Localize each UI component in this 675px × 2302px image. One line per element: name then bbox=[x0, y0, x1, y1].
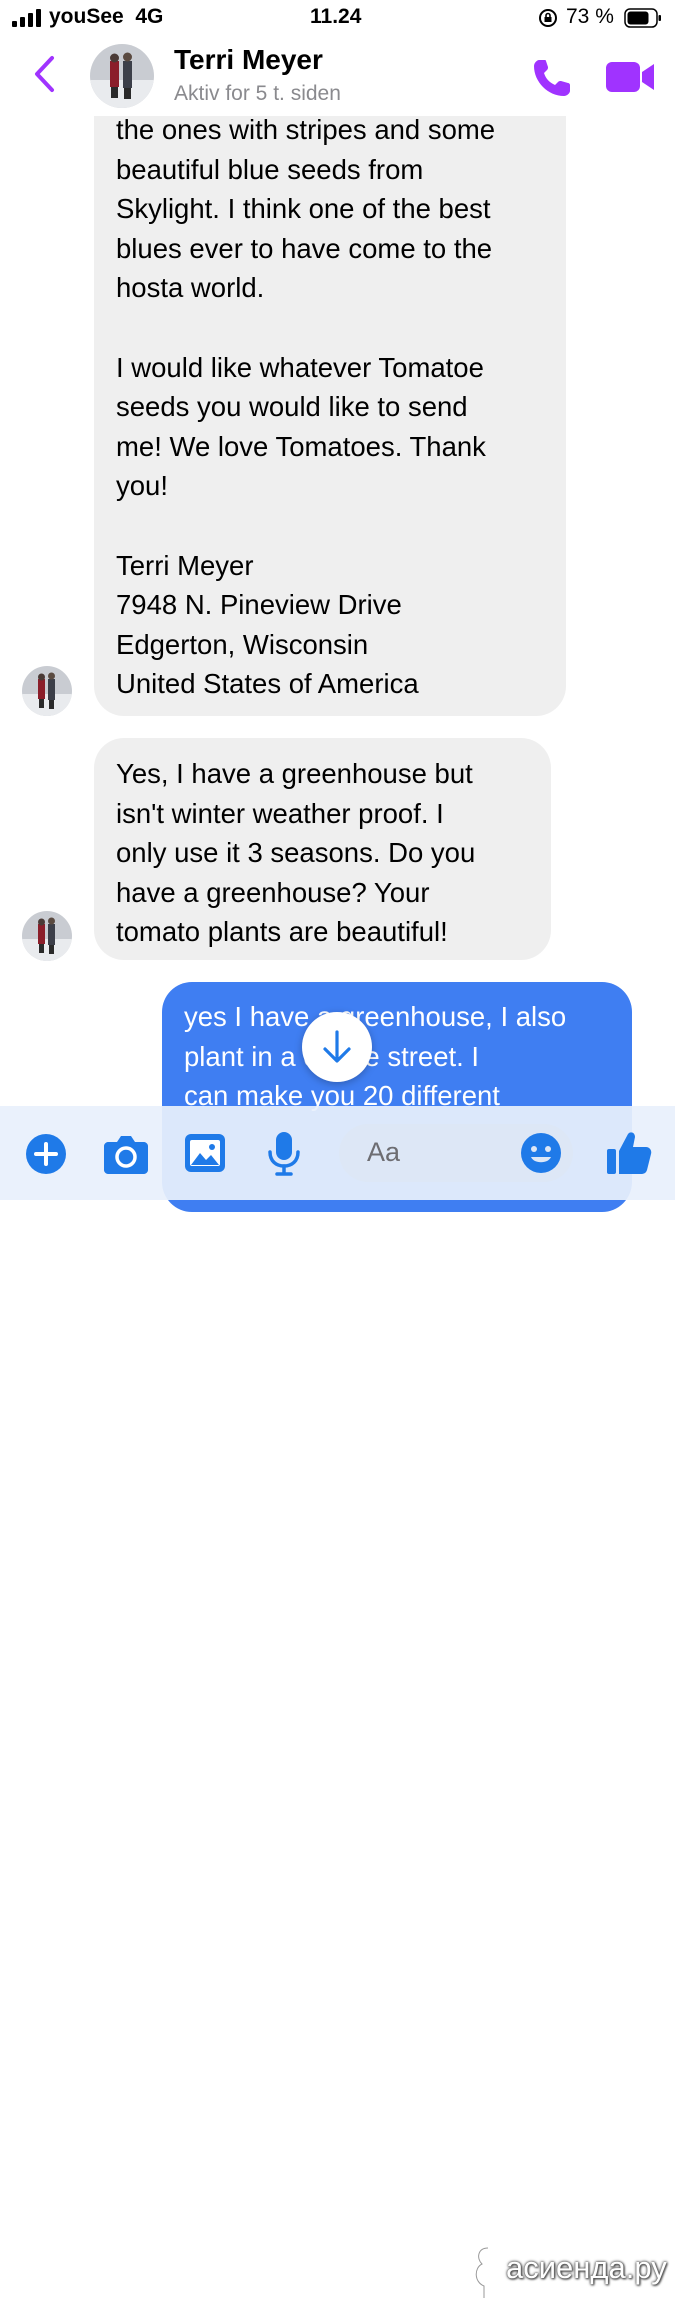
message-line: hosta world. bbox=[116, 272, 265, 304]
message-line: blues ever to have come to the bbox=[116, 232, 493, 264]
message-line: Terri Meyer bbox=[116, 549, 254, 581]
sender-avatar[interactable] bbox=[22, 911, 72, 961]
message-line: tomato plants are beautiful! bbox=[116, 916, 448, 948]
message-line: me! We love Tomatoes. Thank bbox=[116, 430, 486, 462]
message-line: seeds you would like to send bbox=[116, 391, 468, 423]
message-line: Yes, I have a greenhouse but bbox=[116, 758, 473, 789]
image-icon[interactable] bbox=[183, 1132, 227, 1174]
plus-icon[interactable] bbox=[25, 1133, 67, 1175]
battery-icon bbox=[624, 8, 661, 28]
watermark-text: асиенда.ру bbox=[506, 2250, 667, 2285]
scroll-down-arrow-icon bbox=[323, 1030, 351, 1063]
rotation-lock-icon bbox=[539, 9, 557, 27]
message-line: isn't winter weather proof. I bbox=[116, 797, 444, 829]
contact-avatar[interactable] bbox=[90, 44, 154, 108]
message-line: Skylight. I think one of the best bbox=[116, 193, 491, 225]
message-line: United States of America bbox=[116, 668, 419, 700]
back-chevron-icon[interactable] bbox=[30, 52, 58, 96]
signal-icon bbox=[12, 9, 41, 27]
battery-percentage: 73 % bbox=[566, 5, 614, 28]
message-input-placeholder: Aa bbox=[367, 1137, 401, 1167]
message-line: you! bbox=[116, 470, 168, 502]
conversation-header: Terri Meyer Aktiv for 5 t. siden bbox=[0, 38, 675, 116]
microphone-icon[interactable] bbox=[267, 1130, 301, 1176]
contact-name[interactable]: Terri Meyer bbox=[174, 44, 323, 76]
status-bar: youSee 4G 11.24 73 % bbox=[0, 0, 675, 38]
message-composer: Aa асиенда.ру bbox=[0, 1106, 675, 2300]
status-time: 11.24 bbox=[310, 5, 362, 28]
message-line: 7948 N. Pineview Drive bbox=[116, 589, 402, 621]
watermark-logo: асиенда.ру bbox=[470, 2244, 670, 2302]
camera-icon[interactable] bbox=[102, 1132, 150, 1176]
message-bubble-incoming[interactable]: Yes, I have a greenhouse but isn't winte… bbox=[94, 738, 551, 960]
emoji-icon[interactable] bbox=[520, 1132, 562, 1174]
message-line: yes I have a greenhouse, I also bbox=[184, 1001, 567, 1032]
sender-avatar[interactable] bbox=[22, 666, 72, 716]
message-line: only use it 3 seasons. Do you bbox=[116, 837, 476, 869]
message-line: Edgerton, Wisconsin bbox=[116, 628, 369, 660]
video-camera-icon[interactable] bbox=[604, 58, 656, 96]
message-line: have a greenhouse? Your bbox=[116, 876, 430, 908]
scroll-down-button[interactable] bbox=[302, 1012, 372, 1082]
network-label: 4G bbox=[135, 5, 164, 28]
phone-icon[interactable] bbox=[530, 56, 574, 100]
thumbs-up-icon[interactable] bbox=[604, 1128, 654, 1178]
message-line: I would like whatever Tomatoe bbox=[116, 351, 484, 383]
message-bubble-incoming[interactable]: the ones with stripes and some beautiful… bbox=[94, 96, 566, 716]
message-line: beautiful blue seeds from bbox=[116, 153, 424, 185]
contact-activity-status: Aktiv for 5 t. siden bbox=[174, 82, 341, 105]
message-line: plant in a on the street. I bbox=[184, 1040, 480, 1072]
carrier-label: youSee 4G bbox=[49, 5, 164, 28]
